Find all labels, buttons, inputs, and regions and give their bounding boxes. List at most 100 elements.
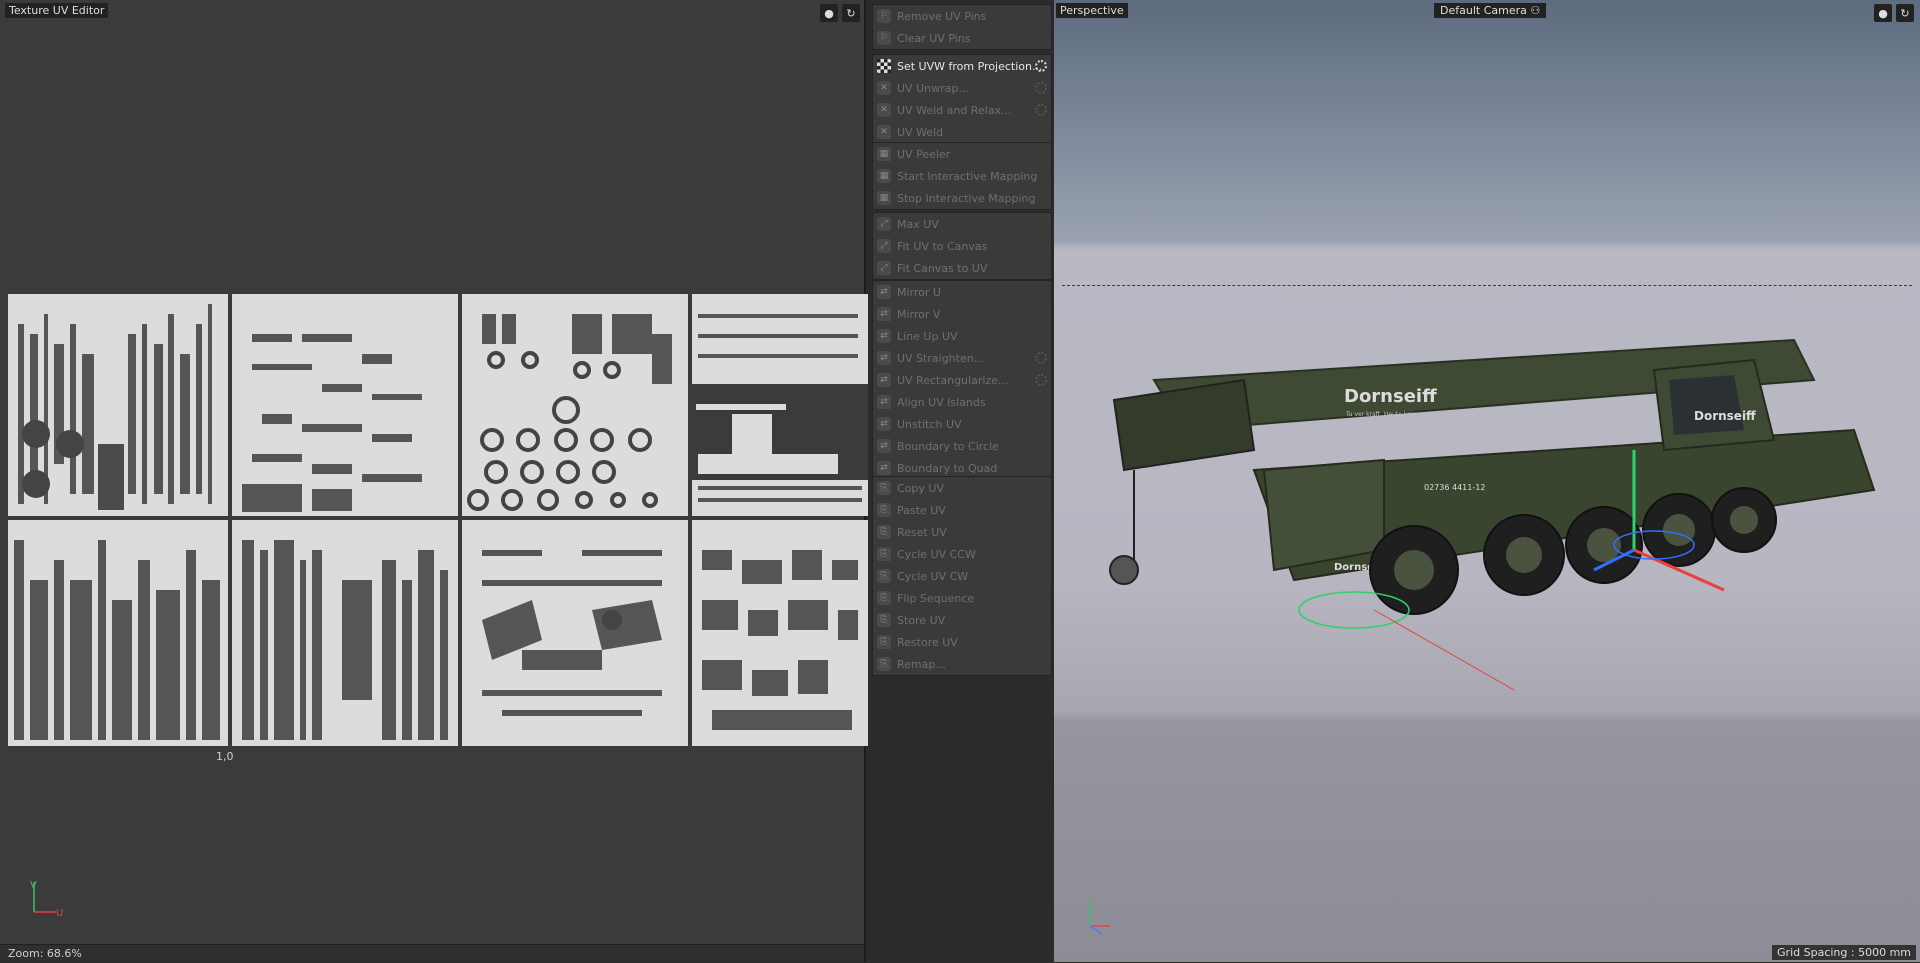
uv-peeler-icon: ▦ bbox=[877, 147, 891, 161]
cmd-boundary-to-circle[interactable]: ⇄ Boundary to Circle bbox=[873, 435, 1051, 457]
cmd-label: Reset UV bbox=[897, 525, 947, 539]
cmd-label: Set UVW from Projection... bbox=[897, 59, 1043, 73]
uv-weld-and-relax-icon: ✕ bbox=[877, 103, 891, 117]
cmd-fit-uv-to-canvas[interactable]: ⤢ Fit UV to Canvas bbox=[873, 235, 1051, 257]
cmd-restore-uv[interactable]: ⎘ Restore UV bbox=[873, 631, 1051, 653]
gear-icon[interactable] bbox=[1035, 352, 1047, 364]
cycle-uv-ccw-icon: ⎘ bbox=[877, 547, 891, 561]
cmd-label: Line Up UV bbox=[897, 329, 958, 343]
command-group: ⚐ Remove UV Pins ⚐ Clear UV Pins bbox=[872, 4, 1052, 50]
cmd-label: UV Straighten... bbox=[897, 351, 985, 365]
cmd-uv-unwrap[interactable]: ✕ UV Unwrap... bbox=[873, 77, 1051, 99]
cmd-set-uvw-from-projection[interactable]: Set UVW from Projection... bbox=[873, 55, 1051, 77]
cmd-label: Cycle UV CCW bbox=[897, 547, 976, 561]
cmd-label: Store UV bbox=[897, 613, 946, 627]
perspective-viewport[interactable]: Perspective Default Camera ⚇ ● ↻ Dornsei… bbox=[1054, 0, 1920, 962]
viewport-title[interactable]: Perspective bbox=[1056, 3, 1128, 18]
uv-command-palette: ⚐ Remove UV Pins ⚐ Clear UV Pins Set UVW fro… bbox=[868, 0, 1054, 962]
camera-label: Default Camera bbox=[1440, 4, 1527, 17]
cmd-label: Boundary to Quad bbox=[897, 461, 998, 475]
cmd-start-interactive-mapping[interactable]: ▦ Start Interactive Mapping bbox=[873, 165, 1051, 187]
cmd-label: Cycle UV CW bbox=[897, 569, 969, 583]
sync-icon[interactable]: ↻ bbox=[1896, 4, 1914, 22]
cycle-uv-cw-icon: ⎘ bbox=[877, 569, 891, 583]
horizon-line bbox=[1062, 285, 1912, 286]
cmd-label: Mirror V bbox=[897, 307, 941, 321]
gear-icon[interactable] bbox=[1035, 374, 1047, 386]
cmd-store-uv[interactable]: ⎘ Store UV bbox=[873, 609, 1051, 631]
cmd-uv-straighten[interactable]: ⇄ UV Straighten... bbox=[873, 347, 1051, 369]
stop-interactive-mapping-icon: ▦ bbox=[877, 191, 891, 205]
cmd-label: Max UV bbox=[897, 217, 939, 231]
cmd-uv-weld[interactable]: ✕ UV Weld bbox=[873, 121, 1051, 143]
clear-uv-pins-icon: ⚐ bbox=[877, 31, 891, 45]
cmd-mirror-u[interactable]: ⇄ Mirror U bbox=[873, 281, 1051, 303]
flip-sequence-icon: ⎘ bbox=[877, 591, 891, 605]
cmd-label: Start Interactive Mapping bbox=[897, 169, 1038, 183]
cmd-flip-sequence[interactable]: ⎘ Flip Sequence bbox=[873, 587, 1051, 609]
cmd-remove-uv-pins[interactable]: ⚐ Remove UV Pins bbox=[873, 5, 1051, 27]
command-group: ⎘ Copy UV ⎘ Paste UV ⎘ Reset UV ⎘ Cycle UV CCW ⎘… bbox=[872, 476, 1052, 676]
paste-uv-icon: ⎘ bbox=[877, 503, 891, 517]
uv-editor-title: Texture UV Editor bbox=[5, 3, 109, 18]
cmd-stop-interactive-mapping[interactable]: ▦ Stop Interactive Mapping bbox=[873, 187, 1051, 209]
cmd-label: Copy UV bbox=[897, 481, 944, 495]
remap-icon: ⎘ bbox=[877, 657, 891, 671]
cmd-label: UV Peeler bbox=[897, 147, 951, 161]
boundary-to-circle-icon: ⇄ bbox=[877, 439, 891, 453]
cmd-label: Mirror U bbox=[897, 285, 941, 299]
cmd-label: Boundary to Circle bbox=[897, 439, 999, 453]
remove-uv-pins-icon: ⚐ bbox=[877, 9, 891, 23]
cmd-line-up-uv[interactable]: ⇄ Line Up UV bbox=[873, 325, 1051, 347]
axis-v-label: V bbox=[30, 880, 37, 891]
cmd-label: Fit Canvas to UV bbox=[897, 261, 988, 275]
cmd-uv-peeler[interactable]: ▦ UV Peeler bbox=[873, 143, 1051, 165]
start-interactive-mapping-icon: ▦ bbox=[877, 169, 891, 183]
cmd-remap[interactable]: ⎘ Remap... bbox=[873, 653, 1051, 675]
boom-tagline-label: Tu ver kraft. Heute kein. bbox=[1345, 411, 1418, 418]
pin-icon[interactable]: ● bbox=[1874, 4, 1892, 22]
gear-icon[interactable] bbox=[1035, 104, 1047, 116]
store-uv-icon: ⎘ bbox=[877, 613, 891, 627]
unstitch-uv-icon: ⇄ bbox=[877, 417, 891, 431]
line-up-uv-icon: ⇄ bbox=[877, 329, 891, 343]
uv-tile bbox=[232, 294, 458, 516]
pin-icon[interactable]: ● bbox=[820, 4, 838, 22]
cmd-unstitch-uv[interactable]: ⇄ Unstitch UV bbox=[873, 413, 1051, 435]
cmd-cycle-uv-ccw[interactable]: ⎘ Cycle UV CCW bbox=[873, 543, 1051, 565]
set-uvw-from-projection-icon bbox=[877, 59, 891, 73]
cmd-paste-uv[interactable]: ⎘ Paste UV bbox=[873, 499, 1051, 521]
crane-truck-model[interactable]: Dornseiff Tu ver kraft. Heute kein. Dorn… bbox=[1094, 320, 1914, 700]
reset-uv-icon: ⎘ bbox=[877, 525, 891, 539]
cmd-max-uv[interactable]: ⤢ Max UV bbox=[873, 213, 1051, 235]
command-group: ⇄ Mirror U ⇄ Mirror V ⇄ Line Up UV ⇄ UV Straigh… bbox=[872, 280, 1052, 480]
cmd-label: Clear UV Pins bbox=[897, 31, 971, 45]
cmd-label: Unstitch UV bbox=[897, 417, 962, 431]
boom-brand-label: Dornseiff bbox=[1344, 386, 1437, 407]
cmd-cycle-uv-cw[interactable]: ⎘ Cycle UV CW bbox=[873, 565, 1051, 587]
cmd-align-uv-islands[interactable]: ⇄ Align UV Islands bbox=[873, 391, 1051, 413]
uv-weld-icon: ✕ bbox=[877, 125, 891, 139]
grid-spacing-readout: Grid Spacing : 5000 mm bbox=[1772, 945, 1916, 960]
uv-canvas[interactable] bbox=[8, 294, 868, 746]
sync-icon[interactable]: ↻ bbox=[842, 4, 860, 22]
cmd-fit-canvas-to-uv[interactable]: ⤢ Fit Canvas to UV bbox=[873, 257, 1051, 279]
status-bar: Zoom: 68.6% bbox=[0, 944, 864, 962]
fit-uv-to-canvas-icon: ⤢ bbox=[877, 239, 891, 253]
uv-tile bbox=[692, 294, 868, 516]
viewport-axis-gizmo bbox=[1089, 900, 1110, 935]
cmd-clear-uv-pins[interactable]: ⚐ Clear UV Pins bbox=[873, 27, 1051, 49]
uv-rectangularize-icon: ⇄ bbox=[877, 373, 891, 387]
mirror-v-icon: ⇄ bbox=[877, 307, 891, 321]
cmd-label: UV Weld and Relax... bbox=[897, 103, 1012, 117]
uv-editor-panel[interactable]: Texture UV Editor ● ↻ 1,0 V U Zoom: 68.6… bbox=[0, 0, 868, 962]
gear-icon[interactable] bbox=[1035, 82, 1047, 94]
camera-selector[interactable]: Default Camera ⚇ bbox=[1434, 3, 1547, 18]
uv-tile bbox=[232, 520, 458, 746]
cmd-mirror-v[interactable]: ⇄ Mirror V bbox=[873, 303, 1051, 325]
cmd-uv-rectangularize[interactable]: ⇄ UV Rectangularize... bbox=[873, 369, 1051, 391]
cmd-copy-uv[interactable]: ⎘ Copy UV bbox=[873, 477, 1051, 499]
cmd-uv-weld-and-relax[interactable]: ✕ UV Weld and Relax... bbox=[873, 99, 1051, 121]
cmd-reset-uv[interactable]: ⎘ Reset UV bbox=[873, 521, 1051, 543]
gear-icon[interactable] bbox=[1035, 60, 1047, 72]
